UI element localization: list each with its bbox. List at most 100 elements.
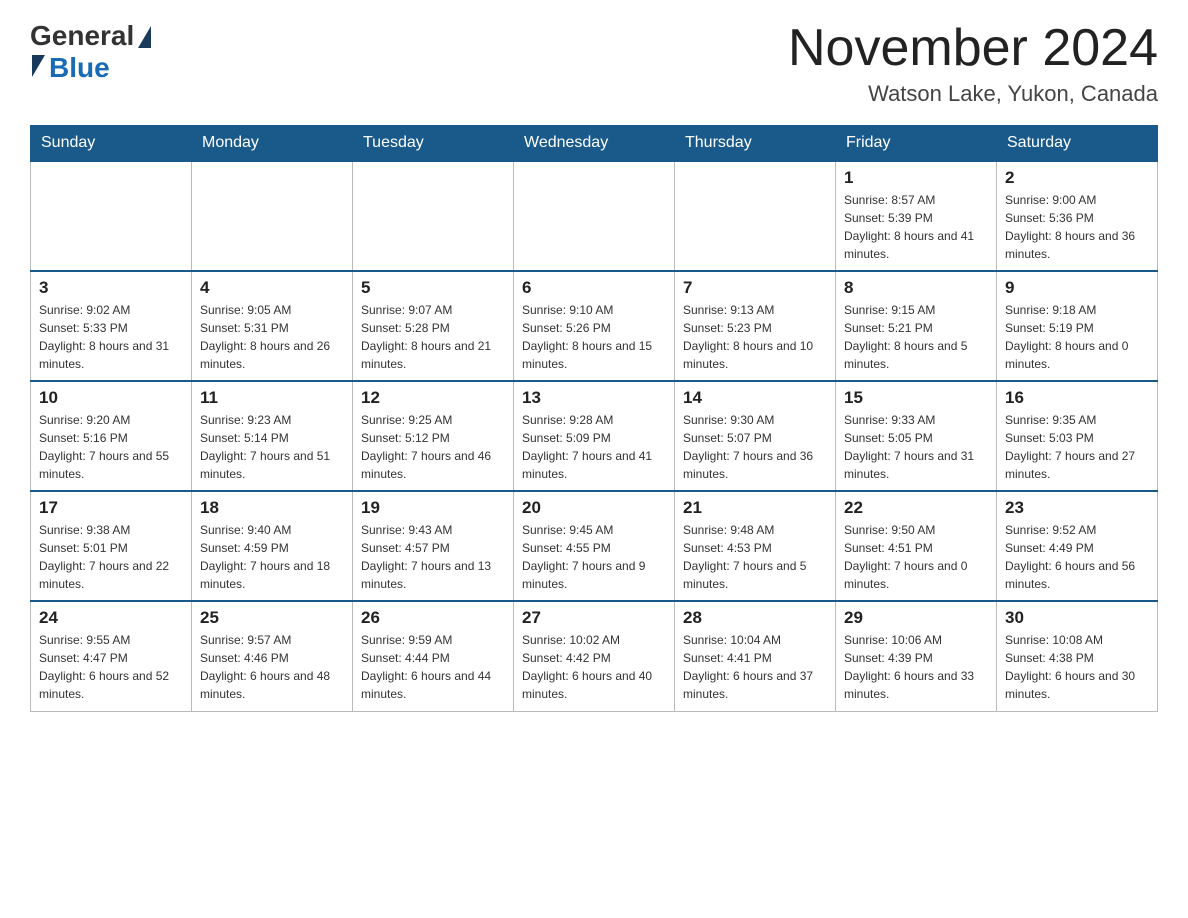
day-info: Sunrise: 9:48 AMSunset: 4:53 PMDaylight:… (683, 521, 827, 593)
day-number: 15 (844, 388, 988, 408)
day-number: 2 (1005, 168, 1149, 188)
day-info: Sunrise: 9:35 AMSunset: 5:03 PMDaylight:… (1005, 411, 1149, 483)
page-header: General Blue November 2024 Watson Lake, … (30, 20, 1158, 107)
calendar-header-saturday: Saturday (997, 126, 1158, 162)
day-number: 7 (683, 278, 827, 298)
day-number: 30 (1005, 608, 1149, 628)
calendar-week-5: 24 Sunrise: 9:55 AMSunset: 4:47 PMDayligh… (31, 601, 1158, 711)
day-number: 22 (844, 498, 988, 518)
day-info: Sunrise: 10:04 AMSunset: 4:41 PMDaylight… (683, 631, 827, 703)
calendar-cell (31, 161, 192, 271)
calendar-cell: 3Sunrise: 9:02 AMSunset: 5:33 PMDaylight… (31, 271, 192, 381)
day-number: 8 (844, 278, 988, 298)
calendar-table: SundayMondayTuesdayWednesdayThursdayFrid… (30, 125, 1158, 712)
calendar-week-4: 17 Sunrise: 9:38 AMSunset: 5:01 PMDayligh… (31, 491, 1158, 601)
calendar-header-thursday: Thursday (675, 126, 836, 162)
day-number: 27 (522, 608, 666, 628)
month-title: November 2024 (788, 20, 1158, 77)
calendar-cell: 29Sunrise: 10:06 AMSunset: 4:39 PMDaylig… (836, 601, 997, 711)
day-info: Sunrise: 9:07 AMSunset: 5:28 PMDaylight:… (361, 301, 505, 373)
day-info: Sunrise: 9:52 AMSunset: 4:49 PMDaylight:… (1005, 521, 1149, 593)
calendar-cell: 17 Sunrise: 9:38 AMSunset: 5:01 PMDayligh… (31, 491, 192, 601)
calendar-cell: 11 Sunrise: 9:23 AMSunset: 5:14 PMDayligh… (192, 381, 353, 491)
day-info: Sunrise: 9:50 AMSunset: 4:51 PMDaylight:… (844, 521, 988, 593)
day-number: 6 (522, 278, 666, 298)
calendar-cell: 22 Sunrise: 9:50 AMSunset: 4:51 PMDayligh… (836, 491, 997, 601)
day-number: 4 (200, 278, 344, 298)
calendar-cell (353, 161, 514, 271)
day-number: 5 (361, 278, 505, 298)
day-number: 13 (522, 388, 666, 408)
day-info: Sunrise: 9:38 AMSunset: 5:01 PMDaylight:… (39, 521, 183, 593)
calendar-cell: 28 Sunrise: 10:04 AMSunset: 4:41 PMDaylig… (675, 601, 836, 711)
day-info: Sunrise: 9:55 AMSunset: 4:47 PMDaylight:… (39, 631, 183, 703)
day-info: Sunrise: 9:23 AMSunset: 5:14 PMDaylight:… (200, 411, 344, 483)
logo-general-text: General (30, 20, 134, 52)
calendar-cell: 5 Sunrise: 9:07 AMSunset: 5:28 PMDaylight… (353, 271, 514, 381)
calendar-cell: 1 Sunrise: 8:57 AMSunset: 5:39 PMDaylight… (836, 161, 997, 271)
day-number: 19 (361, 498, 505, 518)
day-number: 28 (683, 608, 827, 628)
day-info: Sunrise: 9:45 AMSunset: 4:55 PMDaylight:… (522, 521, 666, 593)
calendar-cell: 4 Sunrise: 9:05 AMSunset: 5:31 PMDaylight… (192, 271, 353, 381)
calendar-header-wednesday: Wednesday (514, 126, 675, 162)
calendar-header-friday: Friday (836, 126, 997, 162)
day-number: 16 (1005, 388, 1149, 408)
day-number: 10 (39, 388, 183, 408)
calendar-cell: 30 Sunrise: 10:08 AMSunset: 4:38 PMDaylig… (997, 601, 1158, 711)
calendar-cell: 19 Sunrise: 9:43 AMSunset: 4:57 PMDayligh… (353, 491, 514, 601)
calendar-cell: 23Sunrise: 9:52 AMSunset: 4:49 PMDayligh… (997, 491, 1158, 601)
calendar-cell: 8 Sunrise: 9:15 AMSunset: 5:21 PMDaylight… (836, 271, 997, 381)
day-number: 11 (200, 388, 344, 408)
calendar-cell (192, 161, 353, 271)
day-info: Sunrise: 8:57 AMSunset: 5:39 PMDaylight:… (844, 191, 988, 263)
day-info: Sunrise: 9:05 AMSunset: 5:31 PMDaylight:… (200, 301, 344, 373)
day-info: Sunrise: 10:08 AMSunset: 4:38 PMDaylight… (1005, 631, 1149, 703)
calendar-cell: 15Sunrise: 9:33 AMSunset: 5:05 PMDayligh… (836, 381, 997, 491)
logo-blue-text: Blue (49, 52, 110, 84)
calendar-header-row: SundayMondayTuesdayWednesdayThursdayFrid… (31, 126, 1158, 162)
calendar-week-3: 10 Sunrise: 9:20 AMSunset: 5:16 PMDayligh… (31, 381, 1158, 491)
calendar-cell: 21 Sunrise: 9:48 AMSunset: 4:53 PMDayligh… (675, 491, 836, 601)
calendar-cell: 25 Sunrise: 9:57 AMSunset: 4:46 PMDayligh… (192, 601, 353, 711)
calendar-cell: 2 Sunrise: 9:00 AMSunset: 5:36 PMDaylight… (997, 161, 1158, 271)
day-info: Sunrise: 9:10 AMSunset: 5:26 PMDaylight:… (522, 301, 666, 373)
day-number: 18 (200, 498, 344, 518)
day-number: 17 (39, 498, 183, 518)
calendar-week-1: 1 Sunrise: 8:57 AMSunset: 5:39 PMDaylight… (31, 161, 1158, 271)
day-number: 14 (683, 388, 827, 408)
calendar-header-sunday: Sunday (31, 126, 192, 162)
logo: General Blue (30, 20, 151, 84)
day-info: Sunrise: 9:02 AMSunset: 5:33 PMDaylight:… (39, 301, 183, 373)
day-info: Sunrise: 9:59 AMSunset: 4:44 PMDaylight:… (361, 631, 505, 703)
calendar-cell: 20Sunrise: 9:45 AMSunset: 4:55 PMDayligh… (514, 491, 675, 601)
day-number: 29 (844, 608, 988, 628)
title-section: November 2024 Watson Lake, Yukon, Canada (788, 20, 1158, 107)
calendar-week-2: 3Sunrise: 9:02 AMSunset: 5:33 PMDaylight… (31, 271, 1158, 381)
calendar-cell: 26Sunrise: 9:59 AMSunset: 4:44 PMDayligh… (353, 601, 514, 711)
day-number: 12 (361, 388, 505, 408)
calendar-header-monday: Monday (192, 126, 353, 162)
day-number: 21 (683, 498, 827, 518)
day-info: Sunrise: 9:00 AMSunset: 5:36 PMDaylight:… (1005, 191, 1149, 263)
calendar-cell: 10 Sunrise: 9:20 AMSunset: 5:16 PMDayligh… (31, 381, 192, 491)
day-number: 24 (39, 608, 183, 628)
calendar-cell: 9Sunrise: 9:18 AMSunset: 5:19 PMDaylight… (997, 271, 1158, 381)
day-info: Sunrise: 9:13 AMSunset: 5:23 PMDaylight:… (683, 301, 827, 373)
calendar-header-tuesday: Tuesday (353, 126, 514, 162)
calendar-cell (675, 161, 836, 271)
day-number: 1 (844, 168, 988, 188)
day-info: Sunrise: 9:20 AMSunset: 5:16 PMDaylight:… (39, 411, 183, 483)
day-info: Sunrise: 9:15 AMSunset: 5:21 PMDaylight:… (844, 301, 988, 373)
calendar-cell: 16 Sunrise: 9:35 AMSunset: 5:03 PMDayligh… (997, 381, 1158, 491)
day-number: 25 (200, 608, 344, 628)
day-info: Sunrise: 9:43 AMSunset: 4:57 PMDaylight:… (361, 521, 505, 593)
calendar-cell: 7 Sunrise: 9:13 AMSunset: 5:23 PMDaylight… (675, 271, 836, 381)
day-info: Sunrise: 9:28 AMSunset: 5:09 PMDaylight:… (522, 411, 666, 483)
calendar-cell (514, 161, 675, 271)
day-info: Sunrise: 10:02 AMSunset: 4:42 PMDaylight… (522, 631, 666, 703)
day-info: Sunrise: 9:40 AMSunset: 4:59 PMDaylight:… (200, 521, 344, 593)
logo-triangle-icon (138, 26, 151, 48)
day-info: Sunrise: 9:57 AMSunset: 4:46 PMDaylight:… (200, 631, 344, 703)
calendar-cell: 24 Sunrise: 9:55 AMSunset: 4:47 PMDayligh… (31, 601, 192, 711)
